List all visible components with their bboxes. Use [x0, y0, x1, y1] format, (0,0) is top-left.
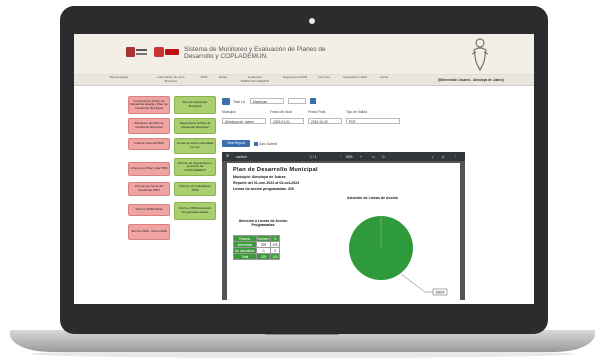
refresh-icon[interactable]	[310, 98, 316, 104]
app-screen: Sistema de Monitoreo y Evaluación de Pla…	[74, 34, 534, 304]
table-cell: 329	[255, 253, 272, 260]
government-logo-icon	[126, 47, 147, 57]
zoom-in-icon[interactable]: +	[360, 155, 362, 159]
data-label-leader	[400, 273, 433, 293]
status-table: Estatus Número % Atendidas 329 100 No At…	[233, 235, 280, 260]
nav-item-bienvenida[interactable]: Bienvenida(o)	[102, 75, 136, 80]
nav-item-capitulacion[interactable]: Capitulación 2019	[338, 75, 372, 80]
btn-informe-tema[interactable]: Informe por Tema del Desarrollo PDM	[128, 182, 170, 196]
menu-icon[interactable]: ☰	[226, 154, 229, 158]
system-title: Sistema de Monitoreo y Evaluación de Pla…	[184, 46, 326, 60]
rotate-icon[interactable]: ↻	[382, 155, 385, 159]
btn-informe-general[interactable]: Informe General PDM	[128, 138, 170, 150]
zoom-select[interactable]: Maximum	[250, 98, 284, 104]
main-navbar: Bienvenida(o) Información de otros Munic…	[74, 74, 534, 86]
tipo-salida-select[interactable]: PDF	[346, 118, 400, 124]
report-period: Reporte del 01-ene-2022 al 02-oct-2024	[233, 181, 300, 185]
btn-informe-pdm-metas[interactable]: Informe PDM-Metas	[128, 204, 170, 216]
btn-informe-estructura[interactable]: Informe PDM Estructura Programática-Meta…	[174, 202, 216, 220]
nav-item-otros-municipios[interactable]: Información de otros Municipio	[154, 75, 188, 83]
pdf-page-indicator[interactable]: 1 / 1	[310, 155, 316, 159]
chart-title: Atención de Líneas de Acción	[347, 196, 398, 200]
tipo-salida-label: Tipo de Salida	[346, 110, 367, 114]
nav-item-informes[interactable]: Informes	[314, 75, 334, 80]
pdf-viewer: ☰ content 1 / 1 − 83% + ▭ ↻ ⤓ ⎙ ⋮ Plan d…	[222, 152, 465, 300]
data-label: 100%	[435, 290, 445, 294]
download-icon[interactable]: ⤓	[432, 155, 433, 159]
toolbar-icon[interactable]	[222, 98, 230, 105]
btn-plan-desarrollo[interactable]: Plan de Desarrollo Municipal	[174, 96, 216, 114]
auto-submit-label: Auto Submit	[259, 142, 277, 146]
total-label: Total Lvl	[233, 100, 246, 104]
nav-item-metas[interactable]: Metas	[216, 75, 230, 80]
fecha-inicio-label: Fecha de Inicio	[270, 110, 293, 114]
pie-chart: 100%	[349, 216, 448, 296]
btn-lineas-accion-eje[interactable]: Líneas de acción atendidas por eje	[174, 138, 216, 154]
fecha-final-label: Fecha Final	[308, 110, 326, 114]
btn-informe-acuerdos[interactable]: Informe de Seguimiento a acuerdos de COP…	[174, 158, 216, 176]
report-lineas-programadas: Líneas de acción programadas: 329	[233, 187, 294, 191]
fit-page-icon[interactable]: ▭	[372, 155, 375, 159]
pdf-page: Plan de Desarrollo Municipal Municipio: …	[227, 163, 460, 300]
page-input[interactable]	[288, 98, 306, 104]
btn-informe-indicadores[interactable]: Informe por Indicadores PDM	[174, 182, 216, 196]
nav-item-pdm[interactable]: PDM	[198, 75, 210, 80]
report-municipio: Municipio: Almoloya de Juárez	[233, 175, 286, 179]
pdf-doc-name: content	[236, 155, 247, 159]
fecha-inicio-input[interactable]: 2022-01-01	[270, 118, 304, 124]
print-icon[interactable]: ⎙	[442, 155, 445, 159]
table-title: Atención a Líneas de Acción Programadas	[238, 219, 288, 227]
btn-informe-anexo[interactable]: Informe PDM - Anexo 2022	[128, 224, 170, 240]
pdf-zoom-level[interactable]: 83%	[346, 155, 353, 159]
nav-item-seguimiento[interactable]: Seguimiento PDM	[280, 75, 310, 80]
view-report-button[interactable]: View Report	[222, 140, 250, 147]
auto-submit-checkbox[interactable]	[254, 142, 258, 146]
table-row: Total 329 100	[233, 253, 280, 260]
table-cell: 100	[270, 253, 280, 260]
btn-alineacion-plan[interactable]: Alineación del Plan de Desarrollo Munici…	[128, 118, 170, 134]
municipio-select[interactable]: Almoloya de Juárez	[222, 118, 266, 124]
zoom-out-icon[interactable]: −	[340, 155, 342, 159]
pdf-toolbar: ☰ content 1 / 1 − 83% + ▭ ↻ ⤓ ⎙ ⋮	[222, 152, 465, 161]
camera-icon	[309, 18, 315, 24]
btn-componente-plan[interactable]: Componente al Plan de Desarrollo Estatal…	[128, 96, 170, 114]
welcome-text: (Bienvenido: Usuario - Almoloya de Juáre…	[438, 78, 504, 82]
btn-informe-pilar-eje[interactable]: Informe por Pilar y Eje PDM	[128, 162, 170, 176]
table-cell: Total	[233, 253, 257, 260]
report-title: Plan de Desarrollo Municipal	[233, 167, 318, 173]
edomex-logo-icon	[154, 47, 179, 57]
nav-item-evaluacion[interactable]: Evaluación PDM/COPLADEMUN	[236, 75, 274, 83]
figure-emblem-icon	[471, 38, 489, 72]
btn-seguimiento-plan[interactable]: Seguimiento al Plan de Desarrollo Munici…	[174, 118, 216, 134]
nav-item-cerrar[interactable]: Cerrar	[376, 75, 392, 80]
fecha-final-input[interactable]: 2024-10-02	[308, 118, 342, 124]
municipio-label: Municipio	[222, 110, 236, 114]
more-options-icon[interactable]: ⋮	[454, 155, 457, 159]
site-header: Sistema de Monitoreo y Evaluación de Pla…	[74, 34, 534, 74]
